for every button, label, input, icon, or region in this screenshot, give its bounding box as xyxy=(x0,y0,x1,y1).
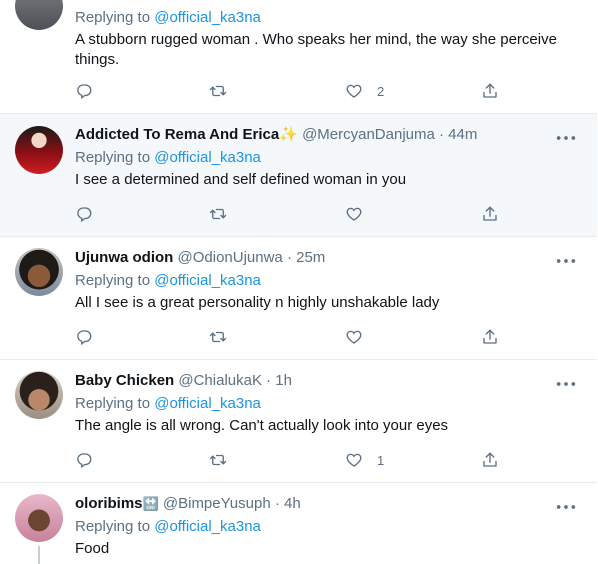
handle-time[interactable]: @BimpeYusuph · 4h xyxy=(163,495,301,512)
share-button[interactable] xyxy=(481,326,499,348)
share-button[interactable] xyxy=(481,80,499,102)
tweet[interactable]: Ujunwa odion @OdionUjunwa · 25m Replying… xyxy=(0,237,597,360)
tweet-header: oloribims🔛 @BimpeYusuph · 4h xyxy=(75,494,583,514)
tweet-text: I see a determined and self defined woma… xyxy=(75,171,407,188)
handle-time[interactable]: @OdionUjunwa · 25m xyxy=(178,249,326,266)
retweet-icon xyxy=(209,205,227,223)
thread-line xyxy=(38,546,40,564)
retweet-button[interactable] xyxy=(209,449,227,471)
tweet-text: A stubborn rugged woman . Who speaks her… xyxy=(75,31,557,68)
more-icon[interactable] xyxy=(555,131,577,145)
like-button[interactable]: 1 xyxy=(345,449,384,471)
avatar[interactable] xyxy=(15,0,63,30)
tweet[interactable]: Addicted To Rema And Erica✨ @MercyanDanj… xyxy=(0,114,597,237)
handle-time[interactable]: @MercyanDanjuma · 44m xyxy=(302,126,477,143)
reply-feed: Replying to @official_ka3na A stubborn r… xyxy=(0,0,598,564)
reply-icon xyxy=(75,205,93,223)
reply-button[interactable] xyxy=(75,203,93,225)
reply-button[interactable] xyxy=(75,80,93,102)
tweet-text: Food xyxy=(75,540,110,557)
retweet-icon xyxy=(209,328,227,346)
display-name[interactable]: Addicted To Rema And Erica xyxy=(75,126,279,143)
sparkles-emoji: ✨ xyxy=(279,126,298,143)
avatar[interactable] xyxy=(15,494,63,542)
tweet-header: Ujunwa odion @OdionUjunwa · 25m xyxy=(75,248,583,268)
like-count: 1 xyxy=(377,452,385,468)
more-icon[interactable] xyxy=(555,500,577,514)
heart-icon xyxy=(345,328,363,346)
share-icon xyxy=(481,328,499,346)
tweet-text: The angle is all wrong. Can't actually l… xyxy=(75,417,449,434)
avatar[interactable] xyxy=(15,126,63,174)
reply-button[interactable] xyxy=(75,326,93,348)
share-button[interactable] xyxy=(481,449,499,471)
share-icon xyxy=(481,205,499,223)
tweet[interactable]: oloribims🔛 @BimpeYusuph · 4h Replying to… xyxy=(0,483,597,564)
mention-link[interactable]: @official_ka3na xyxy=(154,395,261,412)
replying-to: Replying to @official_ka3na xyxy=(75,149,261,166)
tweet-header: Addicted To Rema And Erica✨ @MercyanDanj… xyxy=(75,125,583,145)
heart-icon xyxy=(345,205,363,223)
reply-icon xyxy=(75,328,93,346)
share-button[interactable] xyxy=(481,203,499,225)
heart-icon xyxy=(345,451,363,469)
retweet-button[interactable] xyxy=(209,326,227,348)
avatar[interactable] xyxy=(15,371,63,419)
on-arrow-emoji: 🔛 xyxy=(142,496,159,511)
replying-to: Replying to @official_ka3na xyxy=(75,395,261,412)
more-icon[interactable] xyxy=(555,377,577,391)
retweet-icon xyxy=(209,82,227,100)
tweet[interactable]: Replying to @official_ka3na A stubborn r… xyxy=(0,0,597,114)
like-button[interactable]: 2 xyxy=(345,80,384,102)
more-icon[interactable] xyxy=(555,254,577,268)
reply-icon xyxy=(75,451,93,469)
replying-to: Replying to @official_ka3na xyxy=(75,518,261,535)
reply-button[interactable] xyxy=(75,449,93,471)
handle-time[interactable]: @ChialukaK · 1h xyxy=(178,372,292,389)
replying-to: Replying to @official_ka3na xyxy=(75,272,261,289)
like-button[interactable] xyxy=(345,326,377,348)
tweet-text: All I see is a great personality n highl… xyxy=(75,294,440,311)
tweet-header: Baby Chicken @ChialukaK · 1h xyxy=(75,371,583,391)
like-count: 2 xyxy=(377,83,385,99)
retweet-icon xyxy=(209,451,227,469)
share-icon xyxy=(481,451,499,469)
heart-icon xyxy=(345,82,363,100)
mention-link[interactable]: @official_ka3na xyxy=(154,518,261,535)
retweet-button[interactable] xyxy=(209,203,227,225)
retweet-button[interactable] xyxy=(209,80,227,102)
share-icon xyxy=(481,82,499,100)
mention-link[interactable]: @official_ka3na xyxy=(154,272,261,289)
display-name[interactable]: oloribims xyxy=(75,495,143,512)
mention-link[interactable]: @official_ka3na xyxy=(154,149,261,166)
like-button[interactable] xyxy=(345,203,377,225)
mention-link[interactable]: @official_ka3na xyxy=(154,9,261,26)
tweet[interactable]: Baby Chicken @ChialukaK · 1h Replying to… xyxy=(0,360,597,483)
reply-icon xyxy=(75,82,93,100)
display-name[interactable]: Baby Chicken xyxy=(75,372,174,389)
replying-to: Replying to @official_ka3na xyxy=(75,9,261,26)
display-name[interactable]: Ujunwa odion xyxy=(75,249,173,266)
avatar[interactable] xyxy=(15,248,63,296)
